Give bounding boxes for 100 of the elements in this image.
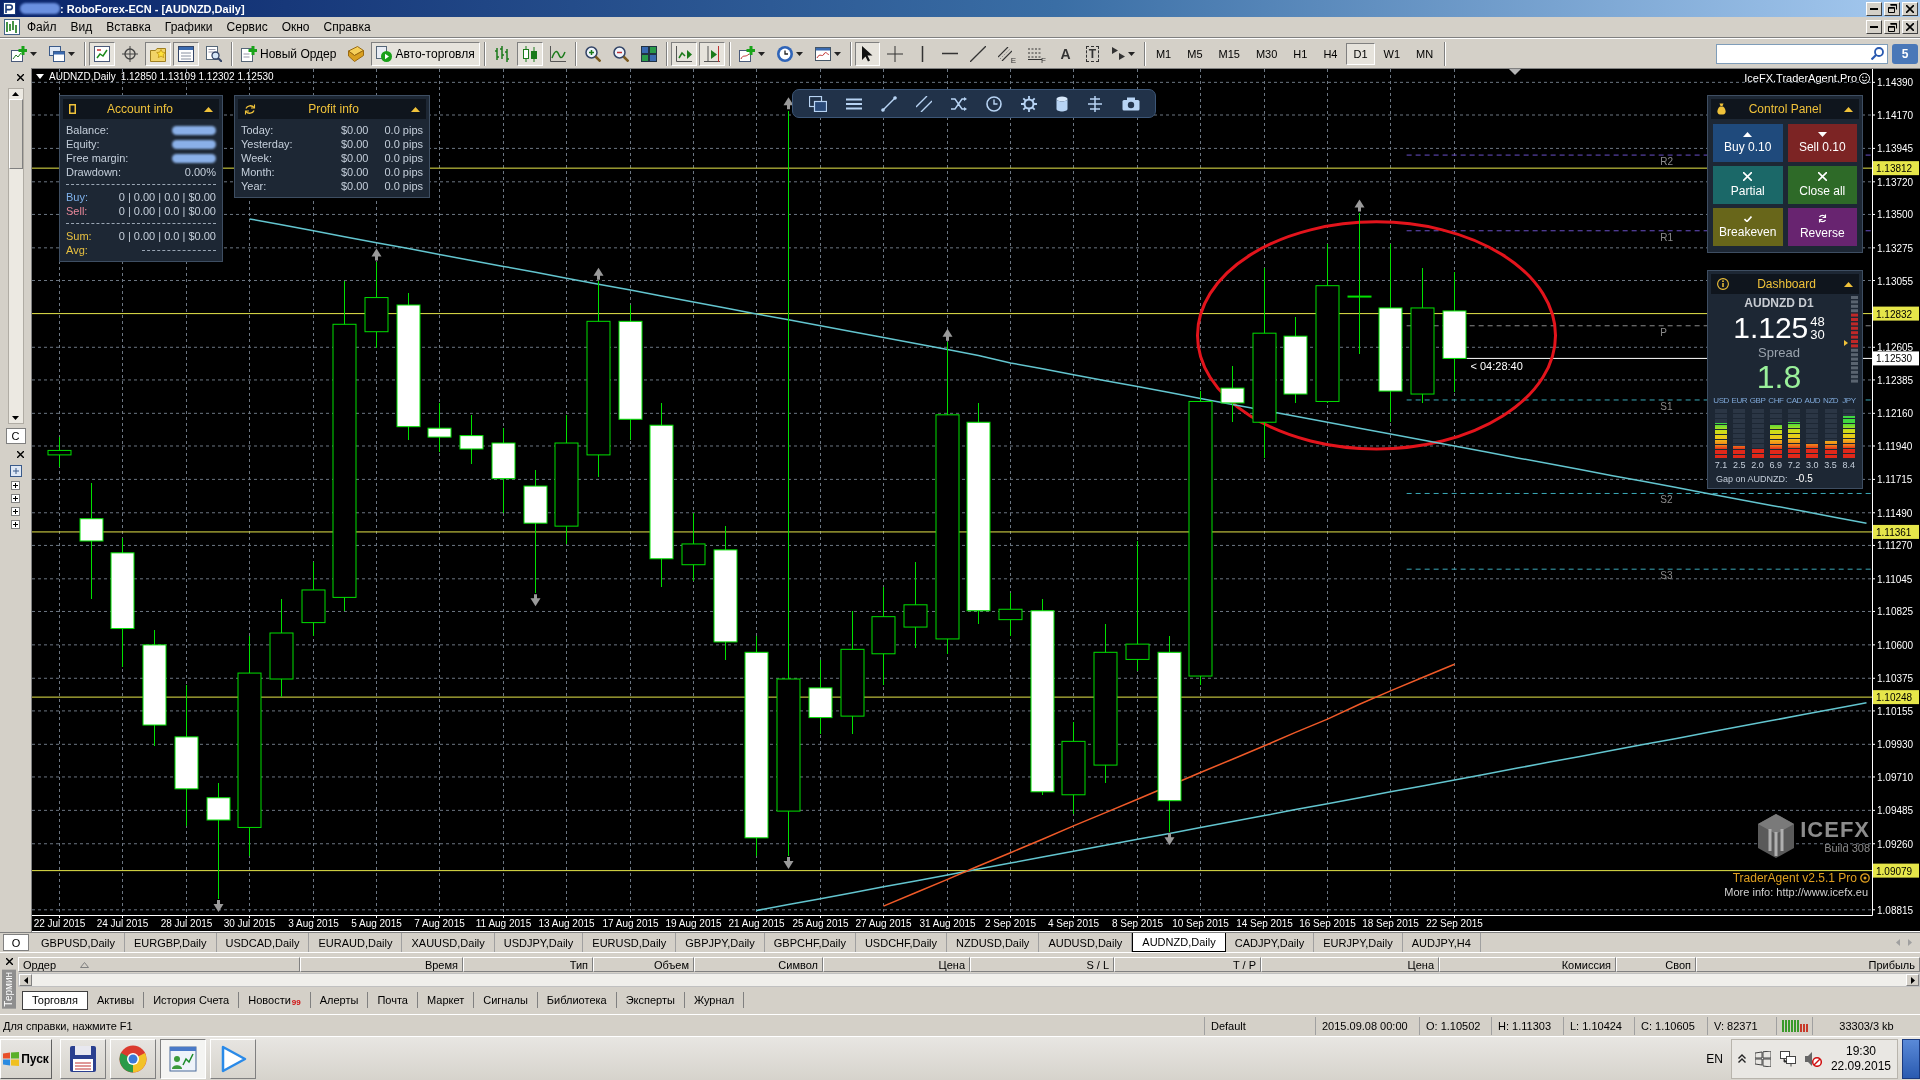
price-label: 1.11940 (1877, 441, 1913, 452)
field-value: 0 | 0.00 | 0.0 | $0.00 (118, 191, 216, 203)
strength-value: 3.5 (1824, 460, 1837, 471)
price-tag: 1.10248 (1873, 690, 1919, 705)
panel-title: Термин (2, 970, 16, 1009)
field-label: Yesterday: (241, 137, 294, 151)
price-label: 1.12160 (1877, 408, 1914, 420)
date-label: 2 Sep 2015 (984, 918, 1037, 929)
strength-value: 2.0 (1751, 460, 1764, 471)
price-label: 1.09930 (1877, 739, 1914, 751)
date-label: 21 Aug 2015 (728, 918, 785, 929)
price-label: 1.13945 (1877, 143, 1914, 155)
strength-value: 8.4 (1842, 460, 1856, 471)
price-label: 1.13275 (1877, 242, 1914, 254)
profit-amount: $0.00 (340, 179, 369, 193)
pivot-label: S2 (1660, 494, 1673, 506)
pivot-label: R2 (1660, 156, 1674, 168)
date-label: 10 Sep 2015 (1172, 918, 1229, 929)
strength-value: 6.9 (1769, 460, 1783, 471)
price-label: 1.12605 (1877, 342, 1914, 354)
price-label: 1.10375 (1877, 673, 1914, 685)
field-value: 0.00% (184, 166, 216, 178)
strength-value: 7.1 (1714, 460, 1728, 471)
chart-symbol: AUDNZD,Daily (49, 71, 116, 82)
timer-label: < 04:28:40 (1470, 360, 1523, 373)
ref-line-label: 1.13812 (1876, 163, 1913, 175)
date-label: 7 Aug 2015 (414, 918, 465, 929)
price-label: 1.12385 (1877, 374, 1914, 386)
currency-label: USD (1713, 396, 1729, 406)
price-label: 1.11270 (1877, 540, 1913, 552)
traffic-value: 33303/3 kb (1812, 1016, 1920, 1035)
price-tag: 1.12530 (1873, 351, 1919, 366)
ask-digits: 48 (1810, 315, 1825, 328)
date-label: 13 Aug 2015 (538, 918, 595, 929)
bar-time: 2015.09.08 00:00 (1315, 1016, 1419, 1035)
price-label: 1.08815 (1877, 904, 1914, 916)
price-label: 1.14390 (1877, 77, 1914, 89)
date-label: 5 Aug 2015 (351, 918, 402, 929)
strength-value: 2.5 (1733, 460, 1746, 471)
currency-label: JPY (1842, 396, 1856, 406)
volume-value: V: 82371 (1707, 1016, 1776, 1035)
date-label: 24 Jul 2015 (96, 918, 149, 929)
price-label: 1.09260 (1877, 838, 1914, 850)
profit-pips: 0.0 pips (384, 165, 423, 179)
price-label: 1.13500 (1877, 209, 1914, 221)
panel-title: Control Panel (1747, 102, 1823, 116)
high-price: H: 1.11303 (1491, 1016, 1563, 1035)
date-label: 16 Sep 2015 (1299, 918, 1356, 929)
profit-pips: 0.0 pips (384, 179, 423, 193)
field-label: Sum: (66, 230, 92, 242)
date-label: 19 Aug 2015 (665, 918, 722, 929)
date-label: 14 Sep 2015 (1236, 918, 1293, 929)
strength-value: 7.2 (1787, 460, 1801, 471)
field-value: 0 | 0.00 | 0.0 | $0.00 (118, 230, 216, 242)
field-label: Drawdown: (66, 166, 122, 178)
date-label: 18 Sep 2015 (1362, 918, 1419, 929)
build-label: Build 308 (1824, 842, 1870, 854)
date-label: 30 Jul 2015 (223, 918, 276, 929)
ref-line-label: 1.09079 (1876, 865, 1913, 877)
currency-label: CHF (1768, 396, 1784, 406)
price-tag: 1.13812 (1873, 161, 1919, 176)
date-label: 25 Aug 2015 (792, 918, 849, 929)
pivot-label: P (1660, 326, 1667, 338)
news-count: 99 (291, 998, 301, 1008)
low-price: L: 1.10424 (1563, 1016, 1634, 1035)
ref-line-label: 1.10248 (1876, 692, 1913, 704)
panel-title: Dashboard (1756, 277, 1817, 291)
spread-label: Spread (1758, 345, 1800, 361)
date-label: 3 Aug 2015 (288, 918, 339, 929)
price-label: 1.11045 (1877, 573, 1913, 585)
price-label: 1.10600 (1877, 639, 1914, 651)
profit-amount: $0.00 (340, 137, 369, 151)
panel-title: Profit info (307, 102, 360, 116)
field-label: Sell: (66, 205, 88, 217)
profit-amount: $0.00 (340, 123, 369, 137)
date-label: 17 Aug 2015 (602, 918, 659, 929)
bid-digits: 30 (1810, 328, 1825, 341)
price-label: 1.11715 (1877, 474, 1913, 486)
pivot-label: S1 (1660, 401, 1673, 412)
version-label: TraderAgent v2.5.1 Pro (1732, 871, 1857, 885)
date-label: 4 Sep 2015 (1047, 918, 1100, 929)
gap-label: Gap on AUDNZD: (1716, 473, 1788, 484)
strength-value: 3.0 (1806, 460, 1819, 471)
field-label: Month: (241, 165, 276, 179)
currency-label: GBP (1749, 396, 1766, 406)
date-label: 22 Sep 2015 (1426, 918, 1483, 929)
price-label: 1.13720 (1877, 176, 1914, 188)
currency-label: CAD (1786, 396, 1802, 406)
ref-line-label: 1.12530 (1876, 353, 1913, 365)
pivot-label: S3 (1660, 570, 1673, 582)
field-label: Today: (241, 123, 275, 137)
profit-amount: $0.00 (340, 151, 369, 165)
chart-quote: 1.12850 1.13109 1.12302 1.12530 (120, 71, 274, 82)
price-label: 1.11490 (1877, 507, 1913, 519)
profit-pips: 0.0 pips (384, 123, 423, 137)
field-label: Buy: (66, 191, 88, 203)
profit-amount: $0.00 (340, 165, 369, 179)
date-label: 11 Aug 2015 (475, 918, 532, 929)
price-label: 1.09710 (1877, 771, 1914, 783)
help-text: Для справки, нажмите F1 (2, 1018, 134, 1034)
